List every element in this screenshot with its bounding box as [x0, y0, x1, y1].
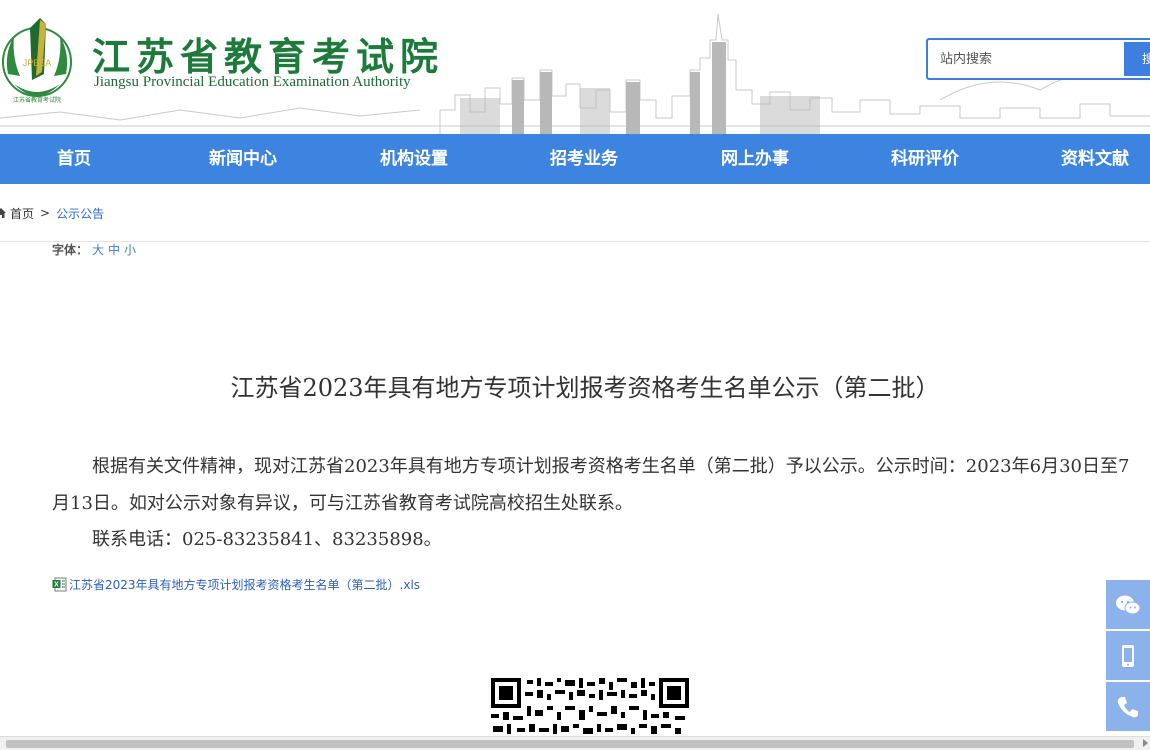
font-size-selector: 字体：大中小 [52, 241, 136, 258]
wechat-button[interactable] [1106, 580, 1150, 629]
contact-paragraph: 联系电话：025-83235841、83235898。 [92, 529, 442, 550]
nav-item-documents[interactable]: 资料文献 [1061, 134, 1129, 184]
mobile-icon [1122, 644, 1134, 667]
attachment-filename[interactable]: 江苏省2023年具有地方专项计划报考资格考生名单（第二批）.xls [69, 576, 420, 593]
excel-file-icon: X [52, 577, 67, 591]
site-title: 江苏省教育考试院 [92, 35, 445, 79]
svg-text:X: X [54, 581, 59, 588]
breadcrumb-separator: > [40, 206, 51, 220]
nav-item-news[interactable]: 新闻中心 [209, 134, 277, 184]
phone-button[interactable] [1106, 682, 1150, 731]
horizontal-scrollbar[interactable] [0, 736, 1150, 750]
font-size-medium[interactable]: 中 [108, 243, 120, 257]
nav-item-research[interactable]: 科研评价 [891, 134, 959, 184]
breadcrumb: 首页 > 公示公告 [0, 204, 104, 222]
mobile-button[interactable] [1106, 631, 1150, 680]
breadcrumb-current-link[interactable]: 公示公告 [56, 205, 104, 222]
nav-item-online-services[interactable]: 网上办事 [721, 134, 789, 184]
article-title: 江苏省2023年具有地方专项计划报考资格考生名单公示（第二批） [230, 374, 940, 402]
logo-emblem-icon[interactable]: JPEEA 江苏省教育考试院 [0, 14, 74, 106]
site-title-english: Jiangsu Provincial Education Examination… [94, 74, 411, 90]
article-paragraph: 根据有关文件精神，现对江苏省2023年具有地方专项计划报考资格考生名单（第二批）… [52, 456, 1130, 514]
breadcrumb-divider [0, 241, 1150, 242]
search-button[interactable]: 搜 [1124, 42, 1150, 76]
qr-code [489, 676, 691, 736]
font-size-large[interactable]: 大 [92, 243, 104, 257]
nav-item-organization[interactable]: 机构设置 [380, 134, 448, 184]
nav-item-home[interactable]: 首页 [57, 134, 91, 184]
wechat-icon [1116, 595, 1141, 614]
main-nav: 首页 新闻中心 机构设置 招考业务 网上办事 科研评价 资料文献 [0, 134, 1150, 184]
svg-text:JPEEA: JPEEA [23, 58, 52, 68]
search-input[interactable] [940, 48, 1120, 70]
svg-text:江苏省教育考试院: 江苏省教育考试院 [13, 96, 61, 104]
scroll-right-arrow-icon[interactable] [1143, 739, 1148, 747]
site-header: JPEEA 江苏省教育考试院 江苏省教育考试院 Jiangsu Provinci… [0, 0, 1150, 134]
home-icon [0, 208, 6, 218]
font-size-small[interactable]: 小 [124, 243, 136, 257]
attachment-link[interactable]: X 江苏省2023年具有地方专项计划报考资格考生名单（第二批）.xls [52, 575, 420, 593]
nav-item-admissions[interactable]: 招考业务 [550, 134, 618, 184]
breadcrumb-home-link[interactable]: 首页 [10, 205, 34, 222]
search-box [926, 38, 1150, 80]
phone-icon [1117, 696, 1138, 717]
font-size-label: 字体： [52, 243, 89, 257]
scrollbar-thumb[interactable] [6, 740, 1134, 748]
